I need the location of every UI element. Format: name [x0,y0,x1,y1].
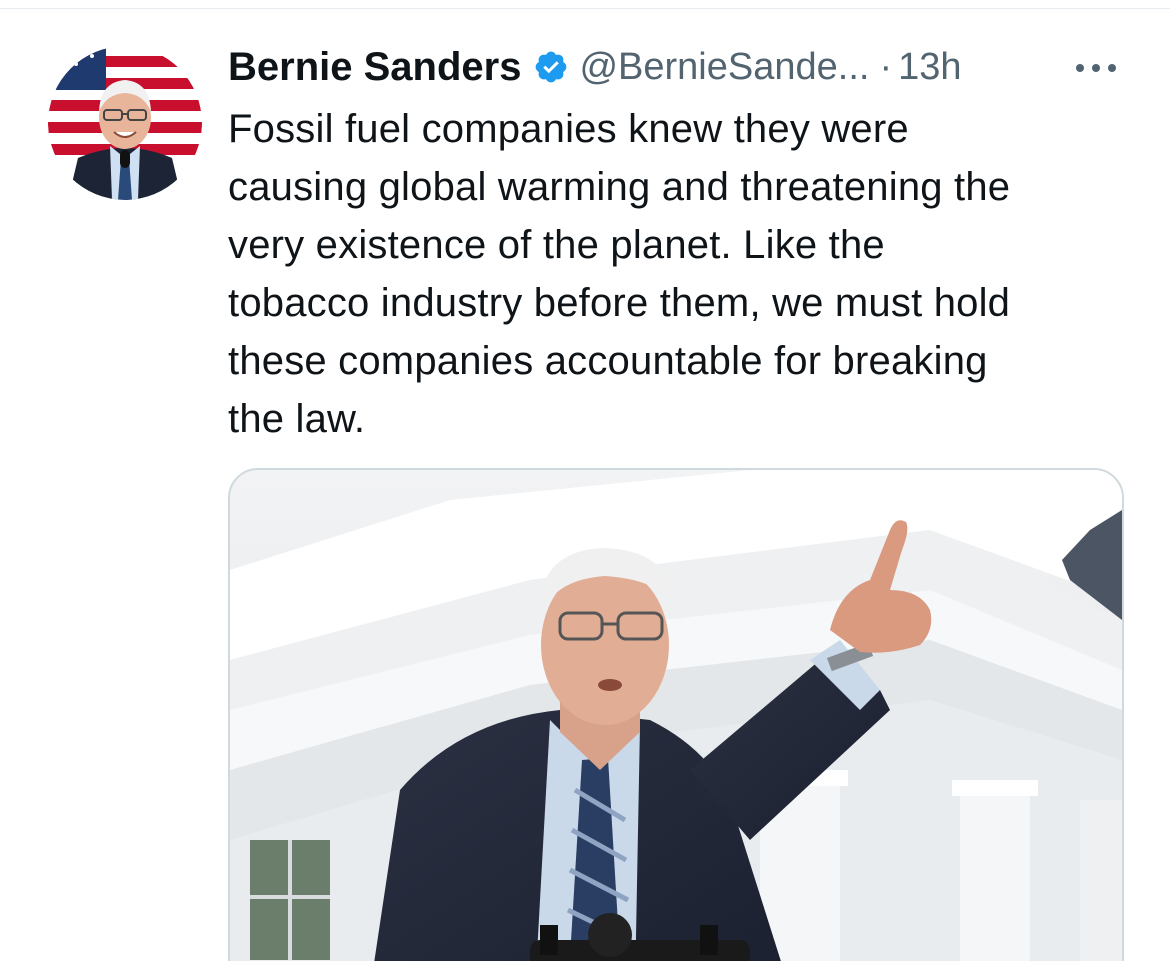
tweet-screen: Bernie Sanders @BernieSande... · 13h Fos… [0,0,1170,961]
tweet-timestamp[interactable]: 13h [898,46,961,89]
more-dots-icon [1076,64,1116,72]
tweet-text-line: these companies accountable for breaking [228,339,988,383]
tweet-text-line: very existence of the planet. Like the [228,223,885,267]
tweet-text-line: Fossil fuel companies knew they were [228,107,909,151]
tweet-text: Fossil fuel companies knew they were cau… [228,100,1128,448]
media-photo-icon [230,470,1122,961]
separator-dot: · [879,45,893,88]
tweet-text-line: causing global warming and threatening t… [228,165,1011,209]
more-options-button[interactable] [1070,52,1122,84]
avatar-photo-icon [48,46,202,200]
tweet-text-line: the law. [228,397,366,441]
divider [0,8,1170,9]
verified-badge-icon [533,49,569,85]
tweet-media-card[interactable] [228,468,1124,961]
avatar[interactable] [48,46,202,200]
user-handle[interactable]: @BernieSande... [579,46,869,89]
tweet-text-line: tobacco industry before them, we must ho… [228,281,1011,325]
display-name[interactable]: Bernie Sanders [228,45,521,90]
tweet-header: Bernie Sanders @BernieSande... · 13h [228,42,962,92]
